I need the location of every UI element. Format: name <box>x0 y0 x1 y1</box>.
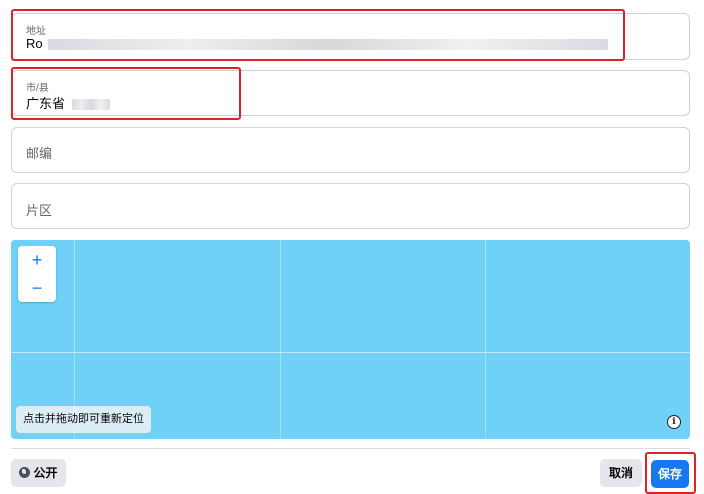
privacy-label: 公开 <box>33 466 58 480</box>
globe-icon <box>19 467 31 478</box>
privacy-button[interactable]: 公开 <box>11 459 66 487</box>
save-highlight <box>645 452 696 494</box>
map-grid-line <box>11 352 690 353</box>
address-highlight <box>11 9 625 61</box>
map[interactable]: + − 点击并拖动即可重新定位 i <box>11 240 690 439</box>
map-grid-line <box>485 240 486 439</box>
district-field[interactable]: 片区 <box>11 183 690 229</box>
info-icon[interactable]: i <box>667 415 681 429</box>
zoom-out-button[interactable]: − <box>18 274 56 302</box>
city-highlight <box>11 67 241 120</box>
postal-code-placeholder: 邮编 <box>26 146 53 161</box>
district-placeholder: 片区 <box>26 203 53 218</box>
footer-divider <box>11 448 690 449</box>
postal-code-field[interactable]: 邮编 <box>11 127 690 173</box>
map-zoom-control: + − <box>18 246 56 302</box>
map-grid-line <box>280 240 281 439</box>
cancel-button[interactable]: 取消 <box>600 459 642 487</box>
zoom-in-button[interactable]: + <box>18 246 56 274</box>
map-reposition-hint: 点击并拖动即可重新定位 <box>16 406 151 433</box>
